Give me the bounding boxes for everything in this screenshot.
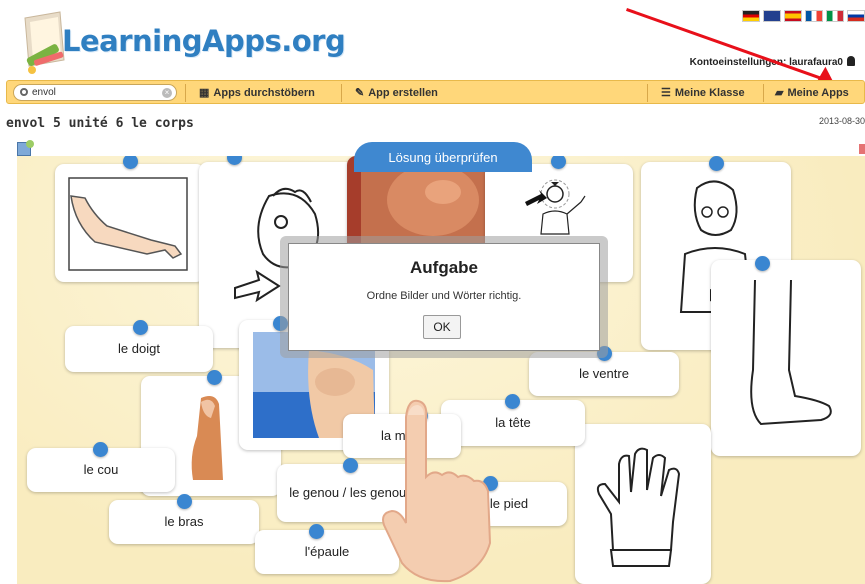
flag-en-icon[interactable] [763,10,781,22]
logo-text[interactable]: LearningApps.org [62,24,346,58]
folder-icon: ▰ [775,87,784,99]
task-dialog: Aufgabe Ordne Bilder und Wörter richtig.… [288,243,600,351]
arm-image [68,177,188,271]
dialog-text: Ordne Bilder und Wörter richtig. [366,290,522,302]
main-navbar: envol × ▦ Apps durchstöbern ✎ App erstelle… [6,80,865,104]
flag-de-icon[interactable] [742,10,760,22]
list-icon: ☰ [661,87,671,99]
dialog-title: Aufgabe [410,258,478,277]
pointer-hand-icon [382,399,492,583]
nav-create-app[interactable]: ✎ App erstellen [355,86,438,99]
drag-pin[interactable] [755,256,770,271]
nav-my-apps[interactable]: ▰ Meine Apps [775,86,849,99]
language-flags [742,10,865,22]
nav-divider [185,84,186,102]
site-header: LearningApps.org Kontoeinstellungen: lau… [0,0,865,80]
search-icon[interactable] [20,88,28,96]
user-icon[interactable] [847,56,855,66]
image-card-arm[interactable] [55,164,205,282]
grid-icon: ▦ [199,87,210,99]
drag-pin[interactable] [207,370,222,385]
flag-fr-icon[interactable] [805,10,823,22]
nav-apps-browse[interactable]: ▦ Apps durchstöbern [199,86,315,99]
word-card-label: le ventre [579,366,629,381]
clear-search-icon[interactable]: × [162,88,172,98]
drag-pin[interactable] [133,320,148,335]
nav-divider [647,84,648,102]
image-card-foot[interactable] [711,260,861,456]
page-title: envol 5 unité 6 le corps [6,116,194,131]
nav-apps-browse-label: Apps durchstöbern [213,87,315,99]
pencil-icon: ✎ [355,87,365,99]
nav-my-apps-label: Meine Apps [787,87,849,99]
search-input[interactable]: envol × [13,84,177,101]
nav-divider [341,84,342,102]
drag-pin[interactable] [343,458,358,473]
flag-ru-icon[interactable] [847,10,865,22]
fullscreen-icon[interactable] [859,144,865,154]
drag-pin[interactable] [309,524,324,539]
drag-pin[interactable] [177,494,192,509]
word-card-label: l'épaule [304,544,350,559]
nav-my-class-label: Meine Klasse [674,87,745,99]
drag-pin[interactable] [93,442,108,457]
hand-image [596,447,681,567]
nav-create-app-label: App erstellen [368,87,438,99]
flag-es-icon[interactable] [784,10,802,22]
search-value: envol [32,87,56,98]
word-card-label: le bras [164,514,204,529]
nav-my-class[interactable]: ☰ Meine Klasse [661,86,745,99]
drag-pin[interactable] [709,156,724,171]
ok-button[interactable]: OK [423,315,461,339]
word-card-label: le cou [83,462,119,477]
image-card-hand[interactable] [575,424,711,584]
check-solution-button[interactable]: Lösung überprüfen [354,142,532,172]
foot-image [750,279,832,426]
word-card-label: le doigt [118,341,160,356]
edit-app-icon[interactable] [17,140,34,156]
nav-divider [763,84,764,102]
app-date: 2013-08-30 [818,116,865,126]
flag-it-icon[interactable] [826,10,844,22]
